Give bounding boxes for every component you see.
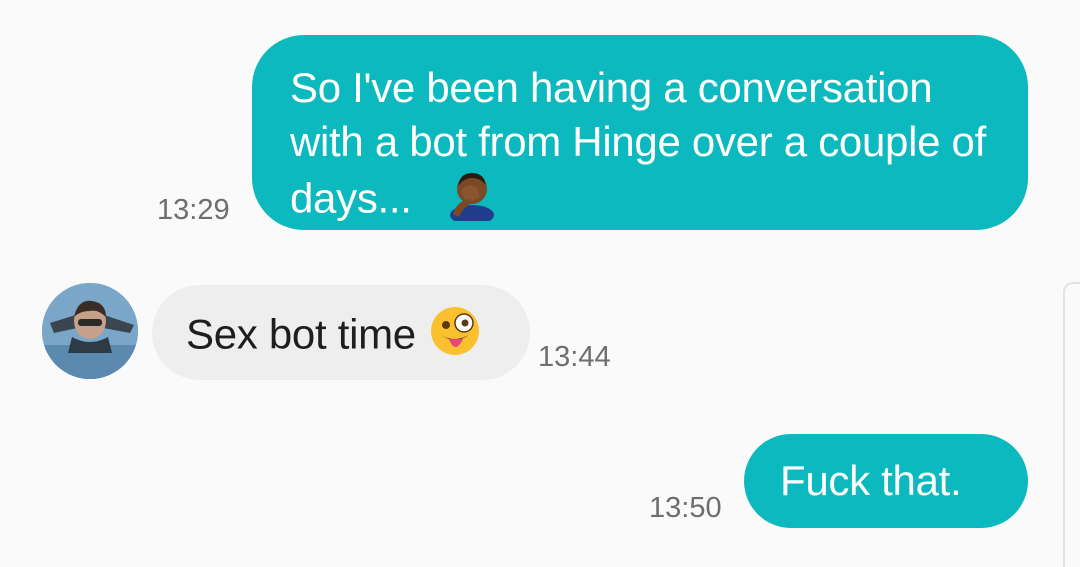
sent-message-bubble[interactable]: Fuck that. <box>744 434 1028 528</box>
message-text: Fuck that. <box>780 457 962 504</box>
avatar-photo-icon <box>42 283 138 379</box>
zany-face-emoji-icon <box>429 305 481 370</box>
chat-screen: 13:29 So I've been having a conversation… <box>0 0 1080 567</box>
message-timestamp: 13:29 <box>157 194 230 226</box>
received-message-bubble[interactable]: Sex bot time <box>152 285 530 380</box>
facepalm-emoji-icon <box>447 169 497 234</box>
contact-avatar[interactable] <box>42 283 138 379</box>
message-timestamp: 13:44 <box>538 341 611 373</box>
message-text: Sex bot time <box>186 310 416 358</box>
scrollbar[interactable] <box>1063 282 1080 567</box>
message-text: So I've been having a conversation with … <box>290 64 986 222</box>
sent-message-bubble[interactable]: So I've been having a conversation with … <box>252 35 1028 230</box>
message-timestamp: 13:50 <box>649 492 722 524</box>
